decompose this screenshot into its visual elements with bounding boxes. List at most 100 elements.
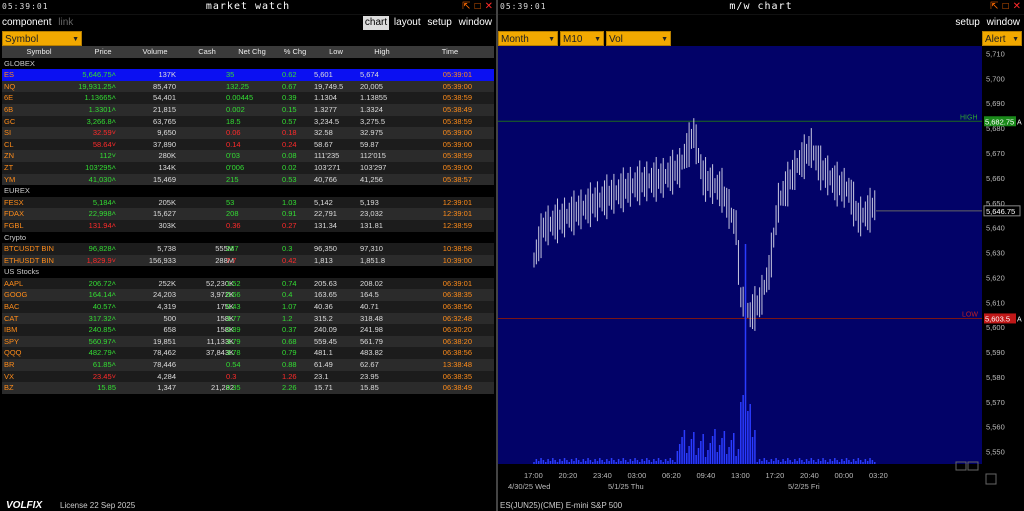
- table-row[interactable]: BTCUSDT BIN 96,828˄ 5,738 555M 287 0.3 96,350 9…: [2, 243, 494, 255]
- cell-n: 0.3: [226, 371, 237, 381]
- cell-h: 15.85: [360, 383, 379, 393]
- status-bar: VOLFIX License 22 Sep 2025: [0, 500, 496, 511]
- table-row[interactable]: IBM 240.85˄ 658 158K 0.89 0.37 240.09 241.98 06:…: [2, 324, 494, 336]
- table-row[interactable]: BR 61.85˄ 78,446 0.54 0.88 61.49 62.67 13:38:48: [2, 359, 494, 371]
- close-icon[interactable]: ✕: [485, 2, 493, 12]
- cell-l: 5,142: [314, 197, 333, 207]
- table-row[interactable]: FGBL 131.94˄ 303K 0.36 0.27 131.34 131.81 12:38…: [2, 219, 494, 232]
- table-row[interactable]: AAPL 206.72˄ 252K 52,230K 1.52 0.74 205.63 208.…: [2, 277, 494, 290]
- menu-setup[interactable]: setup: [953, 16, 981, 30]
- table-row[interactable]: ZT 103'295˄ 134K 0'006 0.02 103'271 103'297 05:…: [2, 161, 494, 174]
- scale-icon[interactable]: [985, 473, 997, 485]
- y-tick-label: 5,660: [986, 174, 1005, 183]
- table-row[interactable]: CL 58.64˅ 37,890 0.14 0.24 58.67 59.87 05:39:00: [2, 138, 494, 151]
- cell-h: 1.3324: [360, 104, 383, 114]
- table-row[interactable]: GC 3,266.8˄ 63,765 18.5 0.57 3,234.5 3,275.5 05…: [2, 115, 494, 128]
- cell-t: 06:38:35: [442, 371, 472, 381]
- column-header[interactable]: Net Chg: [224, 46, 280, 58]
- symbol-dropdown[interactable]: Symbol ▼: [2, 31, 82, 46]
- cell-v: 9,650: [157, 128, 176, 138]
- column-header[interactable]: Symbol: [2, 46, 76, 58]
- column-header[interactable]: Price: [78, 46, 128, 58]
- table-row[interactable]: BZ 15.85 1,347 21,282 0.35 2.26 15.71 15.85 06:3…: [2, 382, 494, 394]
- cell-n: 3.78: [226, 348, 241, 358]
- table-row[interactable]: FDAX 22,998˄ 15,627 208 0.91 22,791 23,032 12:3…: [2, 208, 494, 220]
- price-chart[interactable]: HIGH LOW 17:00 20:20 23:40 03:00 06:20 09:40 13:…: [498, 46, 982, 500]
- table-row[interactable]: ES 5,646.75˄ 137K 35 0.62 5,601 5,674 05:39:01: [2, 69, 494, 81]
- menu-setup[interactable]: setup: [425, 16, 453, 30]
- table-row[interactable]: ETHUSDT BIN 1,829.9˅ 156,933 288M 7.7 0.42 1,8…: [2, 254, 494, 267]
- group-label: GLOBEX: [4, 58, 35, 68]
- cell-l: 103'271: [314, 162, 341, 172]
- cell-h: 241.98: [360, 325, 383, 335]
- cell-n: 0.06: [226, 128, 241, 138]
- indicator-dropdown[interactable]: Vol ▼: [606, 31, 671, 46]
- chart-menubar: setup window: [498, 16, 1024, 31]
- maximize-icon[interactable]: □: [475, 2, 481, 12]
- cell-v: 303K: [158, 220, 176, 230]
- cell-h: 1,851.8: [360, 255, 386, 265]
- menu-window[interactable]: window: [457, 16, 494, 30]
- table-row[interactable]: YM 41,030˄ 15,469 215 0.53 40,766 41,256 05:38:…: [2, 173, 494, 186]
- cell-n: 0.54: [226, 360, 241, 370]
- menu-chart[interactable]: chart: [362, 16, 390, 30]
- cell-pc: 0.62: [282, 70, 297, 80]
- cell-p: 15.85: [97, 383, 116, 393]
- date-label: 5/1/25 Thu: [608, 482, 644, 491]
- cell-t: 05:39:00: [442, 128, 472, 138]
- table-row[interactable]: BAC 40.57˄ 4,319 175K 0.43 1.07 40.36 40.71 06:3…: [2, 301, 494, 313]
- column-header[interactable]: Time: [416, 46, 484, 58]
- cell-pc: 0.53: [282, 174, 297, 184]
- alert-dropdown[interactable]: Alert ▼: [982, 31, 1022, 46]
- cell-n: 0'006: [226, 162, 245, 172]
- interval-dropdown[interactable]: M10 ▼: [560, 31, 604, 46]
- chevron-down-icon: ▼: [548, 36, 555, 43]
- maximize-icon[interactable]: □: [1003, 2, 1009, 12]
- cell-h: 32.975: [360, 128, 383, 138]
- cell-l: 40.36: [314, 302, 333, 312]
- x-tick-label: 17:00: [524, 471, 543, 480]
- cell-pc: 0.37: [282, 325, 297, 335]
- cell-n: 1.52: [226, 278, 241, 288]
- period-dropdown[interactable]: Month ▼: [498, 31, 558, 46]
- cell-v: 156,933: [148, 255, 176, 265]
- cell-t: 10:38:58: [442, 244, 472, 254]
- column-header[interactable]: % Chg: [280, 46, 310, 58]
- menu-link[interactable]: link: [56, 16, 75, 30]
- table-row[interactable]: SPY 560.97˄ 19,851 11,133K 3.79 0.68 559.45 561…: [2, 335, 494, 348]
- cell-l: 15.71: [314, 383, 333, 393]
- table-row[interactable]: GOOG 164.14˄ 24,203 3,972K 0.66 0.4 163.65 164.…: [2, 289, 494, 302]
- pin-icon[interactable]: ⇱: [990, 2, 998, 12]
- high-label: HIGH: [960, 114, 978, 121]
- y-tick-label: 5,560: [986, 423, 1005, 432]
- column-header[interactable]: Volume: [130, 46, 180, 58]
- cell-v: 280K: [158, 151, 176, 161]
- column-header[interactable]: High: [358, 46, 406, 58]
- pin-icon[interactable]: ⇱: [462, 2, 470, 12]
- cell-l: 32.58: [314, 128, 333, 138]
- table-row[interactable]: CAT 317.32˄ 500 158K 3.77 1.2 315.2 318.48 06:32…: [2, 312, 494, 325]
- alert-marker-icon[interactable]: A: [1017, 119, 1022, 126]
- table-row[interactable]: VX 23.45˅ 4,284 0.3 1.26 23.1 23.95 06:38:35: [2, 370, 494, 383]
- table-row[interactable]: 6B 1.3301˄ 21,815 0.002 0.15 1.3277 1.3324 05:3…: [2, 103, 494, 116]
- table-row[interactable]: 6E 1.13665˄ 54,401 0.00445 0.39 1.1304 1.13855…: [2, 92, 494, 104]
- table-row[interactable]: NQ 19,931.25˄ 85,470 132.25 0.67 19,749.5 20,0…: [2, 80, 494, 93]
- close-icon[interactable]: ✕: [1013, 2, 1021, 12]
- table-row[interactable]: SI 32.59˅ 9,650 0.06 0.18 32.58 32.975 05:39:00: [2, 127, 494, 139]
- cell-v: 5,738: [157, 244, 176, 254]
- cell-p: 240.85˄: [88, 325, 116, 335]
- column-header[interactable]: Low: [312, 46, 360, 58]
- cell-h: 5,193: [360, 197, 379, 207]
- cell-t: 06:38:49: [442, 383, 472, 393]
- cell-v: 658: [163, 325, 176, 335]
- alert-marker-icon[interactable]: A: [1017, 316, 1022, 323]
- table-row[interactable]: QQQ 482.79˄ 78,462 37,843K 3.78 0.79 481.1 483.…: [2, 347, 494, 360]
- date-label: 4/30/25 Wed: [508, 482, 550, 491]
- y-tick-label: 5,690: [986, 99, 1005, 108]
- table-row[interactable]: ZN 112˅ 280K 0'03 0.08 111'235 112'015 05:38:59: [2, 150, 494, 162]
- y-tick-label: 5,710: [986, 49, 1005, 58]
- menu-component[interactable]: component: [0, 16, 53, 30]
- menu-layout[interactable]: layout: [392, 16, 423, 30]
- table-row[interactable]: FESX 5,184˄ 205K 53 1.03 5,142 5,193 12:39:01: [2, 196, 494, 209]
- menu-window[interactable]: window: [985, 16, 1022, 30]
